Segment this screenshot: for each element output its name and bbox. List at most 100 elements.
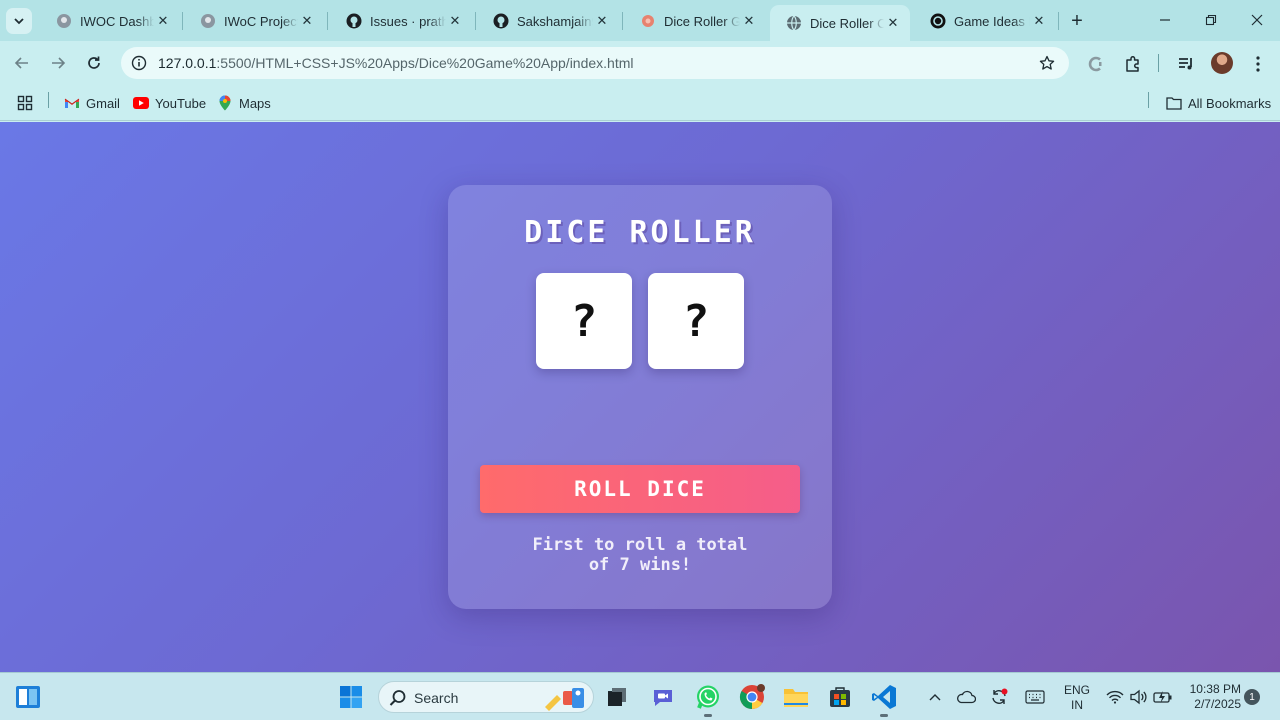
tab-title: Sakshamjain9 [517,13,593,29]
video-chat-icon [654,690,672,706]
minimize-icon [1160,19,1170,21]
bookmark-star-button[interactable] [1037,53,1057,73]
url-text[interactable]: 127.0.0.1:5500/HTML+CSS+JS%20Apps/Dice%2… [158,55,634,71]
tab-title: Dice Roller Game [664,13,740,29]
puzzle-icon [1126,55,1139,72]
bookmark-gmail[interactable]: Gmail [64,92,120,114]
clock-date: 2/7/2025 [1194,697,1241,711]
url-host: 127.0.0.1 [158,55,217,71]
iwoc-logo-icon [200,13,216,29]
tab-divider [1058,12,1059,30]
bookmark-label: Maps [239,95,271,111]
browser-menu-button[interactable] [1247,53,1269,75]
tab-search-button[interactable] [6,8,32,34]
roll-dice-button[interactable]: ROLL DICE [480,465,800,513]
tab-issues[interactable]: Issues · prathima ✕ [330,6,472,36]
close-window-button[interactable] [1234,0,1280,40]
apps-button[interactable] [17,92,39,114]
die-1: ? [536,273,632,369]
tab-game-ideas[interactable]: Game Ideas Hub ✕ [914,6,1056,36]
taskbar-app-file-explorer[interactable] [781,682,811,712]
github-icon [346,13,362,29]
site-info-button[interactable] [127,51,151,75]
close-tab-icon[interactable]: ✕ [593,12,611,30]
bookmark-youtube[interactable]: YouTube [133,92,206,114]
close-icon [1251,14,1263,26]
widgets-button[interactable] [13,682,43,712]
address-bar[interactable]: 127.0.0.1:5500/HTML+CSS+JS%20Apps/Dice%2… [121,47,1069,79]
bookmarks-divider [1148,92,1149,108]
rules-line-2: of 7 wins! [588,555,692,575]
profile-avatar[interactable] [1211,52,1233,74]
sync-tray-button[interactable] [988,687,1010,707]
tab-divider [182,12,183,30]
media-control-button[interactable] [1175,53,1197,75]
show-hidden-icons-button[interactable] [924,687,946,707]
taskbar-app-meet[interactable] [648,682,678,712]
tab-sakshamjain[interactable]: Sakshamjain9 ✕ [477,6,619,36]
close-tab-icon[interactable]: ✕ [740,12,758,30]
tab-divider [475,12,476,30]
game-title: DICE ROLLER [524,215,756,250]
volume-tray-button[interactable] [1128,687,1150,707]
keyboard-icon [1025,690,1045,704]
system-clock[interactable]: 10:38 PM 2/7/2025 [1183,682,1241,712]
bookmarks-divider [48,92,49,108]
close-tab-icon[interactable]: ✕ [154,12,172,30]
close-tab-icon[interactable]: ✕ [1030,12,1048,30]
reload-icon [88,56,100,69]
extension-c-icon [1088,56,1102,72]
chevron-down-icon [14,18,24,25]
close-tab-icon[interactable]: ✕ [446,12,464,30]
close-tab-icon[interactable]: ✕ [884,14,902,32]
tab-divider [622,12,623,30]
region-code: IN [1071,698,1083,712]
wifi-icon [1106,690,1124,704]
taskbar-app-whatsapp[interactable] [693,682,723,717]
task-view-button[interactable] [602,682,632,712]
tab-strip: IWOC Dashboard ✕ IWoC Project ✕ Issues ·… [0,0,1280,41]
all-bookmarks-button[interactable]: All Bookmarks [1166,92,1271,114]
github-icon [493,13,509,29]
tab-iwoc-dashboard[interactable]: IWOC Dashboard ✕ [40,6,180,36]
bookmark-label: Gmail [86,95,120,111]
tab-dice-roller-game[interactable]: Dice Roller Game ✕ [624,6,766,36]
start-button[interactable] [336,682,366,712]
extension-c-button[interactable] [1085,53,1107,75]
extensions-button[interactable] [1122,53,1144,75]
taskbar-app-vscode[interactable] [869,682,899,717]
game-card: DICE ROLLER ? ? ROLL DICE First to roll … [448,185,832,609]
tab-iwoc-project[interactable]: IWoC Project ✕ [184,6,324,36]
folder-icon [784,689,808,707]
windows-taskbar: Search ENG IN 10:38 PM 2/7/2025 1 [0,672,1280,720]
restore-button[interactable] [1188,0,1234,40]
browser-toolbar: 127.0.0.1:5500/HTML+CSS+JS%20Apps/Dice%2… [0,41,1280,85]
new-tab-button[interactable]: + [1064,8,1090,34]
taskbar-search[interactable]: Search [378,681,594,713]
sync-icon [992,688,1008,704]
plus-icon: + [1071,9,1083,32]
maps-icon [217,95,233,111]
touch-keyboard-button[interactable] [1024,687,1046,707]
input-language-button[interactable]: ENG IN [1063,683,1091,713]
wifi-tray-button[interactable] [1104,687,1126,707]
rules-text: First to roll a total of 7 wins! [484,535,796,575]
windows-logo-icon [340,686,362,708]
onedrive-tray-button[interactable] [955,687,977,707]
media-queue-icon [1179,58,1192,70]
close-tab-icon[interactable]: ✕ [298,12,316,30]
bookmark-maps[interactable]: Maps [217,92,271,114]
back-button[interactable] [7,48,37,78]
task-view-icon [608,688,626,706]
battery-tray-button[interactable] [1152,687,1174,707]
reload-button[interactable] [79,48,109,78]
taskbar-app-store[interactable] [825,682,855,712]
taskbar-app-chrome[interactable] [737,682,767,712]
notification-count-badge[interactable]: 1 [1244,689,1260,705]
apps-grid-icon [17,95,33,111]
forward-button[interactable] [43,48,73,78]
tab-divider [327,12,328,30]
chatgpt-icon [930,13,946,29]
tab-dice-roller-challenge[interactable]: Dice Roller Challenge ✕ [770,5,910,41]
minimize-button[interactable] [1142,0,1188,40]
